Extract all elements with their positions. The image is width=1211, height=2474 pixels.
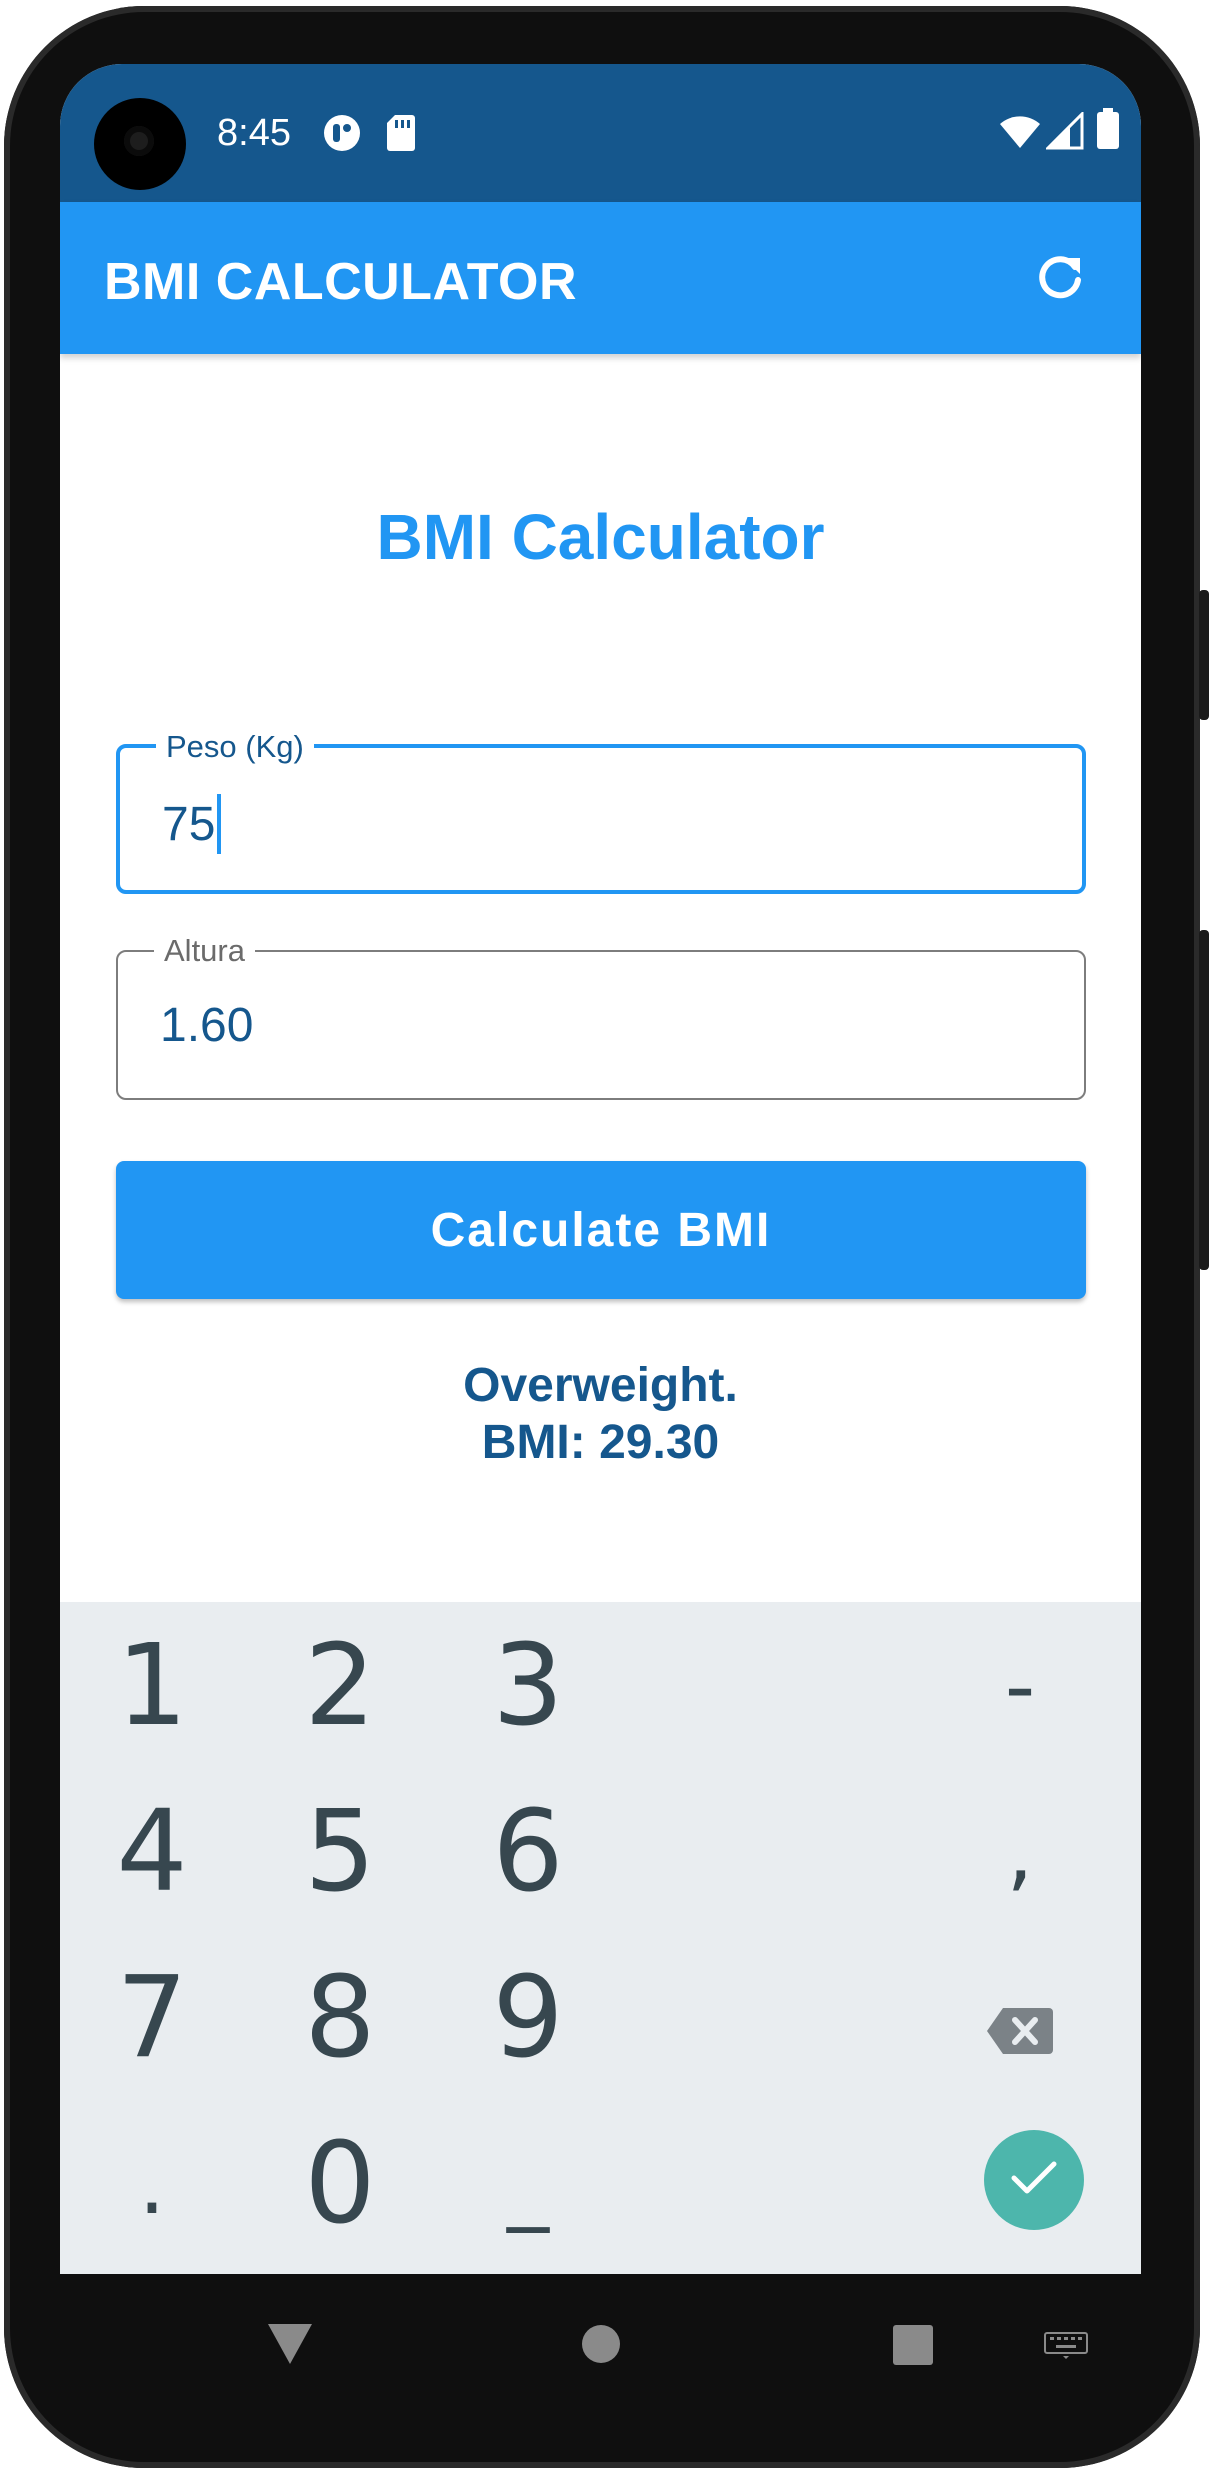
signal-icon	[1044, 110, 1084, 155]
recents-icon[interactable]	[892, 2324, 934, 2371]
bmi-value: BMI: 29.30	[481, 1416, 720, 1469]
key-9[interactable]: 9	[468, 1953, 588, 2083]
calculate-bmi-button[interactable]: Calculate BMI	[116, 1161, 1086, 1299]
navigation-bar	[60, 2274, 1141, 2414]
key-0[interactable]: 0	[280, 2119, 400, 2249]
weight-field[interactable]: Peso (Kg) 75	[116, 728, 1086, 894]
bmi-category: Overweight.	[463, 1359, 738, 1412]
sd-card-icon	[386, 113, 416, 158]
key-underscore[interactable]: _	[468, 2124, 588, 2244]
key-7[interactable]: 7	[92, 1953, 212, 2083]
keyboard-switch-icon[interactable]	[1044, 2332, 1088, 2365]
height-field[interactable]: Altura 1.60	[116, 932, 1086, 1100]
phone-screen: 8:45 BMI CALCULATOR BMI Calculator Peso …	[60, 64, 1141, 2274]
status-bar: 8:45	[60, 64, 1141, 202]
status-time: 8:45	[217, 112, 291, 154]
key-1[interactable]: 1	[92, 1621, 212, 1751]
done-key[interactable]	[984, 2130, 1084, 2230]
wifi-icon	[998, 114, 1042, 155]
key-dot[interactable]: .	[92, 2124, 212, 2244]
weight-field-label: Peso (Kg)	[156, 728, 314, 766]
key-3[interactable]: 3	[468, 1621, 588, 1751]
front-camera	[94, 98, 186, 190]
text-caret	[217, 794, 222, 854]
weight-input[interactable]: 75	[162, 794, 222, 854]
weight-value: 75	[162, 797, 216, 851]
page-heading: BMI Calculator	[376, 501, 825, 573]
refresh-icon	[1034, 250, 1086, 307]
key-8[interactable]: 8	[280, 1953, 400, 2083]
home-icon[interactable]	[581, 2324, 621, 2369]
key-2[interactable]: 2	[280, 1621, 400, 1751]
key-minus[interactable]: -	[960, 1626, 1080, 1746]
height-field-label: Altura	[154, 932, 255, 970]
backspace-icon	[985, 1953, 1055, 2083]
refresh-button[interactable]	[1020, 238, 1100, 318]
notification-app-icon	[322, 113, 362, 158]
check-icon	[1009, 2158, 1059, 2203]
power-button	[1199, 590, 1209, 720]
bmi-result: Overweight. BMI: 29.30	[60, 1357, 1141, 1471]
numeric-keyboard: 1 2 3 - 4 5 6 , 7 8 9 . 0 _	[60, 1602, 1141, 2274]
app-title: BMI CALCULATOR	[104, 253, 578, 311]
backspace-key[interactable]	[960, 1958, 1080, 2078]
key-5[interactable]: 5	[280, 1787, 400, 1917]
key-comma[interactable]: ,	[960, 1792, 1080, 1912]
volume-button	[1199, 930, 1209, 1270]
height-input[interactable]: 1.60	[160, 998, 253, 1053]
back-icon[interactable]	[266, 2322, 314, 2371]
key-6[interactable]: 6	[468, 1787, 588, 1917]
key-4[interactable]: 4	[92, 1787, 212, 1917]
app-bar: BMI CALCULATOR	[60, 202, 1141, 354]
battery-icon	[1096, 108, 1120, 155]
